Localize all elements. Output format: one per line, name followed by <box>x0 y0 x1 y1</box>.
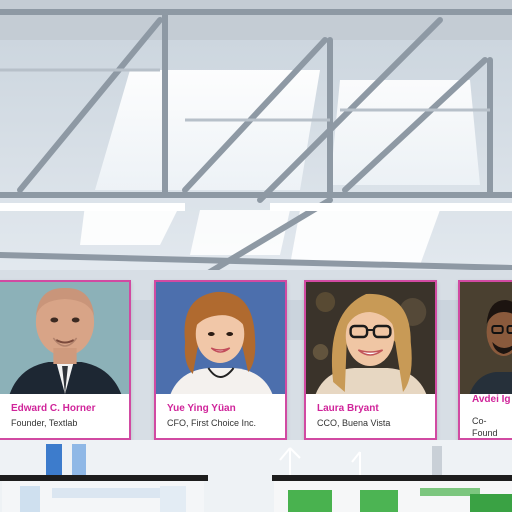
speaker-role: CCO, Buena Vista <box>317 418 391 428</box>
speaker-photo <box>460 282 512 394</box>
speaker-card[interactable]: Avdei Ig Co-Found Corp. <box>458 280 512 440</box>
speaker-name: Avdei Ig <box>472 394 511 405</box>
speaker-role: Founder, Textlab <box>11 418 78 428</box>
virtual-event-hall: Edward C. Horner Founder, Textlab Yue Yi… <box>0 0 512 512</box>
speaker-role: Co-Found Corp. <box>472 416 498 438</box>
speaker-card[interactable]: Yue Ying Yüan CFO, First Choice Inc. <box>154 280 287 440</box>
speaker-name: Laura Bryant <box>317 403 379 414</box>
speaker-name: Yue Ying Yüan <box>167 403 236 414</box>
speaker-photo <box>156 282 285 394</box>
speaker-name: Edward C. Horner <box>11 403 96 414</box>
speaker-row: Edward C. Horner Founder, Textlab Yue Yi… <box>0 280 512 440</box>
speaker-role: CFO, First Choice Inc. <box>167 418 257 428</box>
speaker-card[interactable]: Edward C. Horner Founder, Textlab <box>0 280 131 440</box>
speaker-photo <box>306 282 435 394</box>
exhibition-booths <box>0 440 512 512</box>
speaker-photo <box>0 282 129 394</box>
speaker-card[interactable]: Laura Bryant CCO, Buena Vista <box>304 280 437 440</box>
